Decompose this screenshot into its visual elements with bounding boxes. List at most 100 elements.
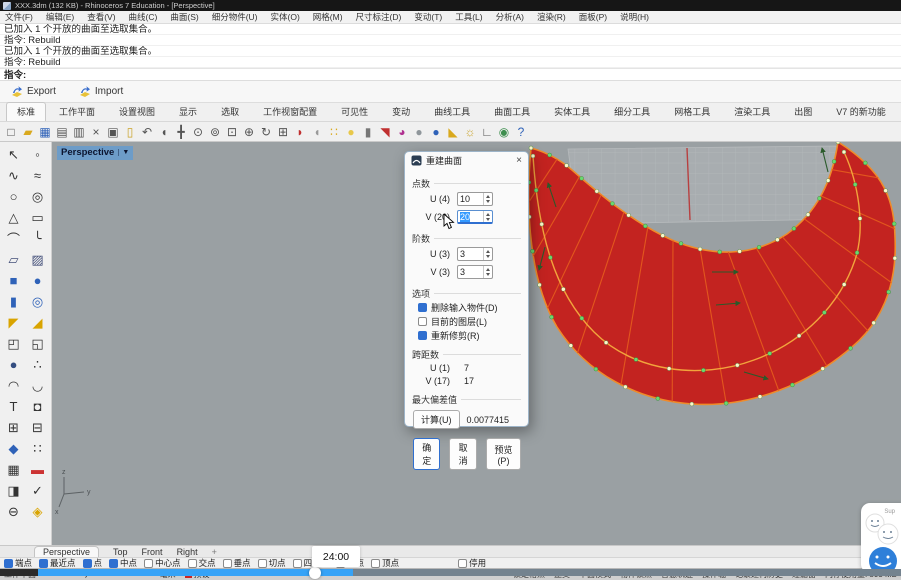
link-icon[interactable]: ∟ — [479, 124, 495, 140]
rendered-viewport-icon[interactable]: ● — [428, 124, 444, 140]
viewport-tab[interactable]: Perspective — [34, 546, 99, 557]
viewport-tab[interactable]: Top — [113, 547, 128, 557]
annotation-dot-icon[interactable]: ◘ — [26, 396, 50, 417]
sphere-icon[interactable]: ● — [26, 270, 50, 291]
toolbar-tab[interactable]: 设置视图 — [108, 102, 166, 121]
group-icon[interactable]: ⊞ — [2, 417, 26, 438]
degree-u-input[interactable]: 3 — [457, 247, 493, 261]
degree-v-input[interactable]: 3 — [457, 265, 493, 279]
point-count-u-input[interactable]: 10 — [457, 192, 493, 206]
check-icon[interactable]: ✓ — [26, 480, 50, 501]
paste-icon[interactable]: ▯ — [122, 124, 138, 140]
select-points-icon[interactable]: ∷ — [326, 124, 342, 140]
viewport-title[interactable]: Perspective ▼ — [57, 146, 133, 160]
layer-icon[interactable]: ◥ — [377, 124, 393, 140]
menu-item[interactable]: 工具(L) — [455, 11, 482, 23]
dialog-option[interactable]: 目前的图层(L) — [412, 314, 521, 328]
arc-icon[interactable]: ⌒ — [2, 228, 26, 249]
osnap-checkbox[interactable] — [39, 559, 48, 568]
osnap-checkbox[interactable] — [371, 559, 380, 568]
color-wheel-icon[interactable]: ◕ — [394, 124, 410, 140]
zoom-icon[interactable]: ⊙ — [190, 124, 206, 140]
dialog-option[interactable]: 重新修剪(R) — [412, 328, 521, 342]
menu-item[interactable]: 编辑(E) — [46, 11, 74, 23]
osnap-checkbox[interactable] — [83, 559, 92, 568]
open-file-icon[interactable]: ▰ — [20, 124, 36, 140]
surface-plane-icon[interactable]: ▱ — [2, 249, 26, 270]
save-icon[interactable]: ▦ — [37, 124, 53, 140]
lock-icon[interactable]: ▮ — [360, 124, 376, 140]
preview-button[interactable]: 预览(P) — [486, 438, 521, 470]
menu-item[interactable]: 曲面(S) — [170, 11, 198, 23]
select-arrow-icon[interactable]: ↖ — [2, 144, 26, 165]
hide-objects-icon[interactable]: ◗ — [292, 124, 308, 140]
osnap-checkbox[interactable] — [144, 559, 153, 568]
menu-item[interactable]: 变动(T) — [414, 11, 442, 23]
u-spinner[interactable] — [483, 193, 492, 205]
cancel-button[interactable]: 取消 — [449, 438, 476, 470]
menu-item[interactable]: 网格(M) — [313, 11, 343, 23]
menu-item[interactable]: 曲线(C) — [129, 11, 158, 23]
viewport-menu-chevron-icon[interactable]: ▼ — [118, 149, 129, 156]
flag-icon[interactable]: ◣ — [445, 124, 461, 140]
viewport-tab[interactable]: Right — [177, 547, 198, 557]
option-checkbox[interactable] — [418, 331, 427, 340]
menu-item[interactable]: 分析(A) — [496, 11, 524, 23]
menu-item[interactable]: 文件(F) — [5, 11, 33, 23]
menu-item[interactable]: 渲染(R) — [537, 11, 566, 23]
point-count-v-input[interactable]: 20 — [457, 210, 493, 224]
undo-icon[interactable]: ↶ — [139, 124, 155, 140]
degree-v-spinner[interactable] — [483, 266, 492, 278]
move-icon[interactable]: ╋ — [173, 124, 189, 140]
calculate-button[interactable]: 计算(U) — [413, 410, 460, 429]
rotate-3d-icon[interactable]: ⊖ — [2, 501, 26, 522]
arc-tools-icon[interactable]: ◠ — [2, 375, 26, 396]
boolean-icon[interactable]: ◢ — [26, 312, 50, 333]
osnap-disable-checkbox[interactable] — [458, 559, 467, 568]
menu-item[interactable]: 面板(P) — [579, 11, 607, 23]
point-icon[interactable]: ◦ — [26, 144, 50, 165]
rotate-view-icon[interactable]: ↻ — [258, 124, 274, 140]
export-button[interactable]: Export — [10, 85, 56, 98]
rectangle-icon[interactable]: ▭ — [26, 207, 50, 228]
block-icon[interactable]: ⊟ — [26, 417, 50, 438]
menu-item[interactable]: 查看(V) — [87, 11, 115, 23]
show-objects-icon[interactable]: ◖ — [309, 124, 325, 140]
osnap-checkbox[interactable] — [4, 559, 13, 568]
toolbar-tab[interactable]: V7 的新功能 — [825, 102, 897, 121]
rebuild-curve-icon[interactable]: ◡ — [26, 375, 50, 396]
circle-icon[interactable]: ○ — [2, 186, 26, 207]
osnap-checkbox[interactable] — [109, 559, 118, 568]
shaded-viewport-icon[interactable]: ● — [411, 124, 427, 140]
toolbar-tab[interactable]: 选取 — [210, 102, 250, 121]
lamp-icon[interactable]: ● — [343, 124, 359, 140]
toolbar-tab[interactable]: 渲染工具 — [723, 102, 781, 121]
osnap-checkbox[interactable] — [258, 559, 267, 568]
fillet-edge-icon[interactable]: ◰ — [2, 333, 26, 354]
box-icon[interactable]: ■ — [2, 270, 26, 291]
new-file-icon[interactable]: □ — [3, 124, 19, 140]
menu-item[interactable]: 细分物件(U) — [212, 11, 258, 23]
toolbar-tab[interactable]: 出图 — [783, 102, 823, 121]
extrude-icon[interactable]: ◤ — [2, 312, 26, 333]
osnap-checkbox[interactable] — [188, 559, 197, 568]
video-progress-bar[interactable] — [0, 569, 901, 576]
toolbar-tab[interactable]: 曲面工具 — [483, 102, 541, 121]
toolbar-tab[interactable]: 网格工具 — [663, 102, 721, 121]
toolbar-tab[interactable]: 标准 — [6, 102, 46, 121]
render-globe-icon[interactable]: ◉ — [496, 124, 512, 140]
option-checkbox[interactable] — [418, 303, 427, 312]
dialog-titlebar[interactable]: 重建曲面 × — [405, 152, 528, 169]
osnap-checkbox[interactable] — [293, 559, 302, 568]
toolbar-tab[interactable]: 实体工具 — [543, 102, 601, 121]
paint-icon[interactable]: ◨ — [2, 480, 26, 501]
text-icon[interactable]: T — [2, 396, 26, 417]
gumball-icon[interactable]: ◈ — [26, 501, 50, 522]
import-button[interactable]: Import — [78, 85, 123, 98]
ok-button[interactable]: 确定 — [413, 438, 440, 470]
toolbar-tab[interactable]: 曲线工具 — [423, 102, 481, 121]
option-checkbox[interactable] — [418, 317, 427, 326]
toolbar-tab[interactable]: 显示 — [168, 102, 208, 121]
toolbar-tab[interactable]: 可见性 — [330, 102, 379, 121]
point-cloud-icon[interactable]: ∴ — [26, 354, 50, 375]
